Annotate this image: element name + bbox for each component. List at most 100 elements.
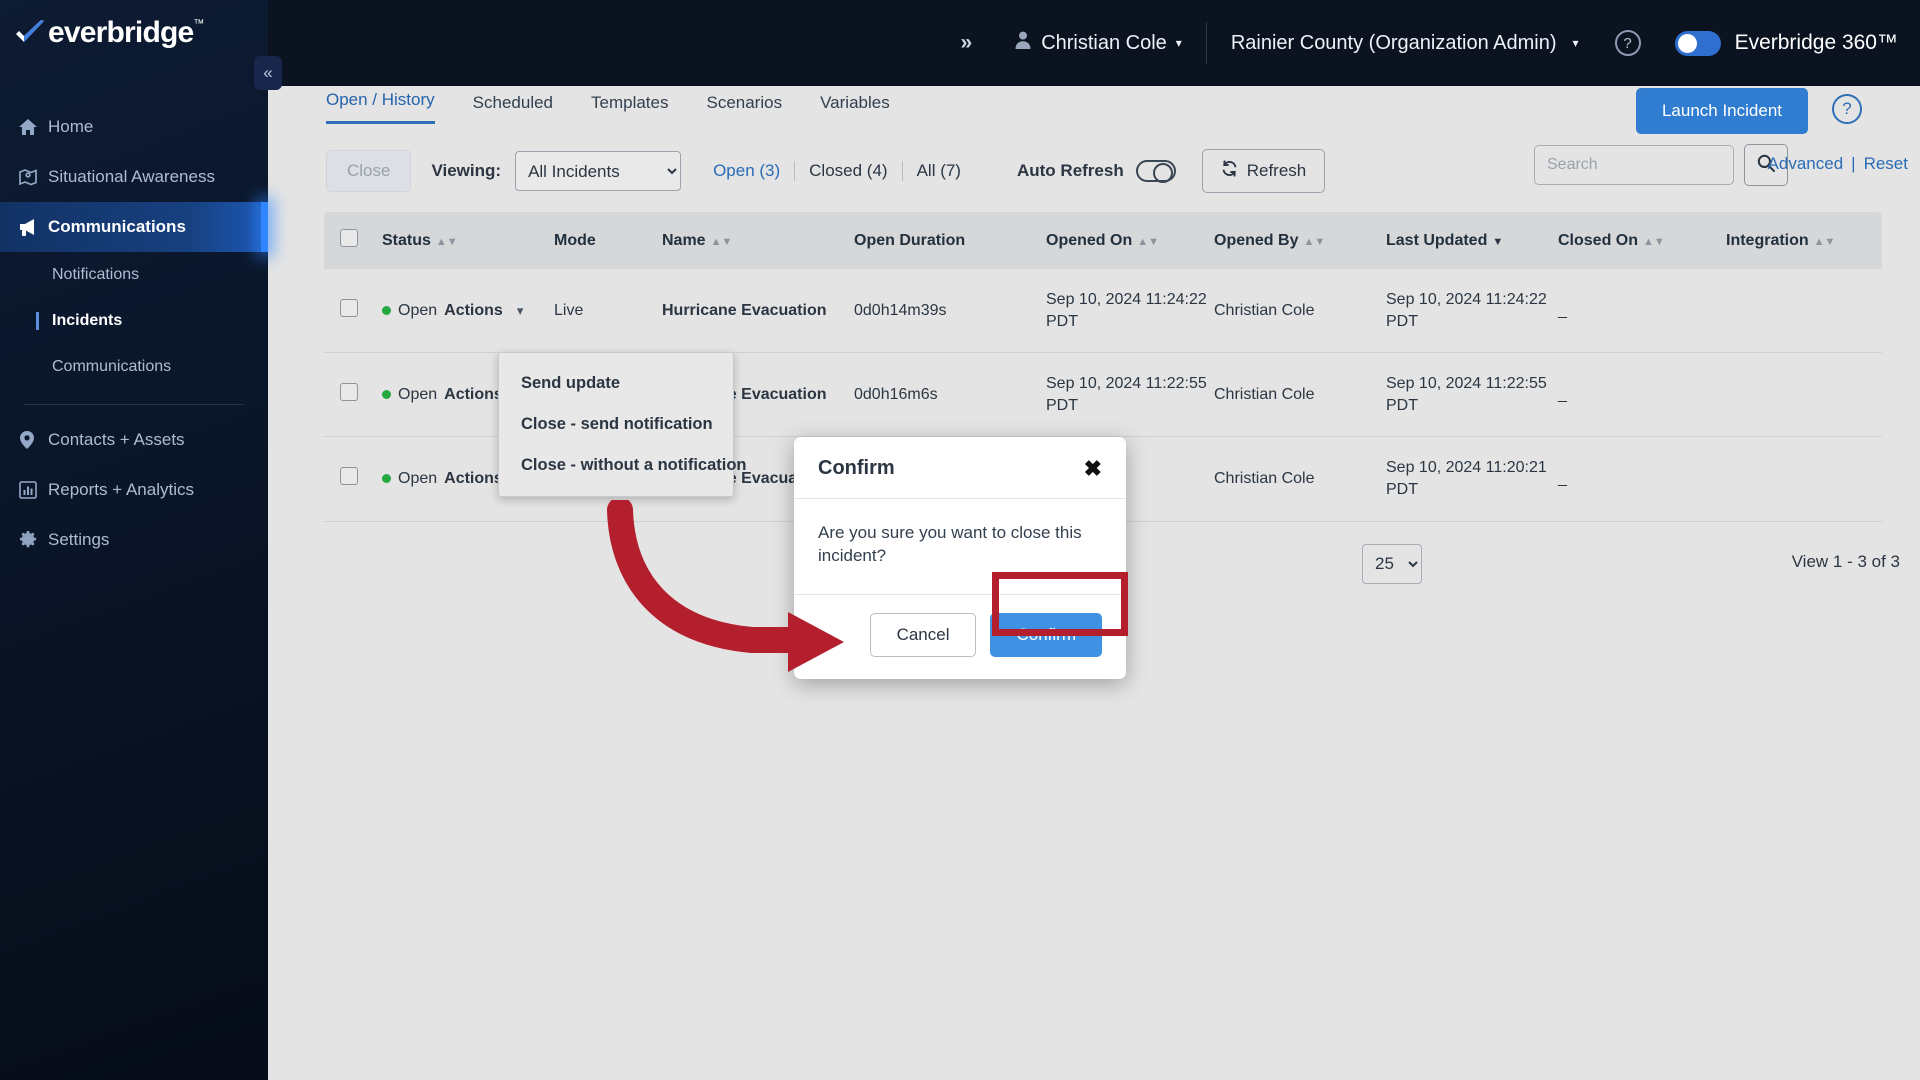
row-checkbox[interactable] — [340, 383, 358, 402]
chevron-down-icon[interactable]: ▾ — [517, 303, 524, 319]
viewing-select[interactable]: All Incidents — [515, 151, 682, 191]
filter-closed-link[interactable]: Closed (4) — [795, 161, 901, 181]
filter-open-link[interactable]: Open (3) — [699, 161, 794, 181]
filter-all-link[interactable]: All (7) — [903, 161, 975, 181]
expand-chevrons-icon[interactable]: » — [961, 31, 973, 55]
sidebar-item-settings[interactable]: Settings — [0, 515, 268, 565]
close-button[interactable]: Close — [326, 150, 412, 192]
sort-icon[interactable]: ▲▼ — [1303, 236, 1325, 248]
col-last-updated[interactable]: Last Updated ▼ — [1386, 212, 1558, 269]
col-status[interactable]: Status ▲▼ — [382, 212, 554, 269]
row-checkbox[interactable] — [340, 299, 358, 318]
row-last-updated-cell: Sep 10, 2024 11:22:55 PDT — [1386, 352, 1558, 438]
row-opened-on-cell: Sep 10, 2024 11:24:22 PDT — [1046, 269, 1214, 354]
search-input[interactable] — [1534, 145, 1734, 185]
row-open-duration-cell: 0d0h16m6s — [854, 352, 1046, 438]
table-header: Status ▲▼ Mode Name ▲▼ Open Duration Opene — [324, 212, 1882, 269]
select-all-checkbox[interactable] — [340, 229, 358, 247]
dialog-header: Confirm ✖ — [794, 437, 1126, 499]
map-icon — [18, 167, 48, 187]
col-integration[interactable]: Integration ▲▼ — [1726, 212, 1882, 269]
sidebar-item-communications-sub[interactable]: Communications — [0, 344, 268, 390]
dialog-title: Confirm — [818, 457, 895, 479]
reset-link[interactable]: Reset — [1864, 154, 1908, 174]
menu-item-close-without-notification[interactable]: Close - without a notification — [499, 445, 747, 486]
view-count-label: View 1 - 3 of 3 — [1791, 551, 1900, 571]
sidebar-item-notifications[interactable]: Notifications — [0, 252, 268, 298]
gear-icon — [18, 530, 48, 550]
cancel-button[interactable]: Cancel — [869, 612, 977, 657]
status-label: Open — [398, 469, 438, 487]
col-opened-on-label: Opened On — [1046, 231, 1133, 249]
confirm-button[interactable]: Confirm — [990, 612, 1102, 657]
sidebar-item-contacts-assets[interactable]: Contacts + Assets — [0, 415, 268, 465]
col-opened-on[interactable]: Opened On ▲▼ — [1046, 212, 1214, 269]
sidebar-item-reports-analytics[interactable]: Reports + Analytics — [0, 465, 268, 515]
col-open-duration[interactable]: Open Duration — [854, 212, 1046, 269]
col-name[interactable]: Name ▲▼ — [662, 212, 854, 269]
top-bar: » Christian Cole ▾ Rainier County (Organ… — [268, 0, 1920, 86]
organization-label: Rainier County (Organization Admin) — [1230, 31, 1557, 54]
row-actions-button[interactable]: Actions — [444, 470, 503, 488]
col-opened-by[interactable]: Opened By ▲▼ — [1214, 212, 1386, 269]
row-checkbox[interactable] — [340, 467, 358, 486]
sidebar-item-home[interactable]: Home — [0, 102, 268, 152]
sort-icon-active[interactable]: ▼ — [1492, 236, 1503, 248]
sidebar-item-label: Reports + Analytics — [48, 480, 194, 499]
sidebar-item-incidents[interactable]: Incidents — [0, 298, 268, 344]
row-name-cell[interactable]: Hurricane Evacuation — [662, 269, 854, 354]
page-size-select[interactable]: 25 — [1362, 543, 1422, 584]
everbridge-360-toggle[interactable] — [1674, 30, 1721, 56]
col-select-all — [324, 212, 382, 269]
refresh-icon — [1221, 160, 1238, 182]
sidebar-collapse-button[interactable]: « — [254, 56, 282, 90]
organization-selector[interactable]: Rainier County (Organization Admin) ▾ — [1231, 32, 1579, 55]
col-mode[interactable]: Mode — [554, 212, 662, 269]
row-open-duration-cell: 0d0h14m39s — [854, 269, 1046, 354]
table-row[interactable]: Open Actions ▾ Live Hurricane Evacuation… — [324, 269, 1882, 354]
row-opened-by-cell: Christian Cole — [1214, 352, 1386, 438]
sidebar-item-communications[interactable]: Communications — [0, 202, 268, 252]
row-integration-cell — [1726, 352, 1882, 438]
sort-icon[interactable]: ▲▼ — [1137, 236, 1159, 248]
sidebar-item-situational-awareness[interactable]: Situational Awareness — [0, 152, 268, 202]
everbridge-checkmark-icon — [14, 19, 46, 55]
col-opened-by-label: Opened By — [1214, 231, 1299, 249]
row-closed-on-cell: _ — [1558, 436, 1726, 522]
dialog-footer: Cancel Confirm — [794, 595, 1126, 679]
auto-refresh-toggle[interactable] — [1135, 160, 1176, 183]
tab-scheduled[interactable]: Scheduled — [473, 93, 553, 124]
col-name-label: Name — [662, 231, 706, 249]
status-label: Open — [398, 385, 438, 403]
auto-refresh-label: Auto Refresh — [1016, 161, 1124, 180]
menu-item-close-send-notification[interactable]: Close - send notification — [499, 404, 733, 445]
sidebar-subitem-label: Incidents — [52, 312, 123, 329]
row-actions-button[interactable]: Actions — [444, 302, 503, 320]
menu-item-send-update[interactable]: Send update — [499, 363, 733, 404]
page-help-icon[interactable]: ? — [1832, 94, 1862, 124]
sort-icon[interactable]: ▲▼ — [1814, 236, 1836, 248]
sort-icon[interactable]: ▲▼ — [711, 236, 733, 248]
filter-toolbar: Close Viewing: All Incidents Open (3) Cl… — [268, 124, 1920, 198]
viewing-label: Viewing: — [431, 161, 502, 180]
col-closed-on[interactable]: Closed On ▲▼ — [1558, 212, 1726, 269]
help-icon[interactable]: ? — [1614, 30, 1641, 56]
refresh-button[interactable]: Refresh — [1201, 149, 1326, 193]
row-actions-button[interactable]: Actions — [444, 386, 503, 404]
tab-open-history[interactable]: Open / History — [326, 90, 435, 124]
tab-templates[interactable]: Templates — [591, 93, 668, 124]
chart-icon — [18, 480, 48, 500]
row-select-cell — [324, 352, 382, 438]
refresh-label: Refresh — [1246, 161, 1307, 180]
tab-variables[interactable]: Variables — [820, 93, 890, 124]
user-menu[interactable]: Christian Cole ▾ — [1014, 30, 1182, 56]
status-dot-icon — [382, 306, 391, 316]
brand-logo[interactable]: everbridge ™ — [0, 0, 268, 72]
col-last-updated-label: Last Updated — [1386, 231, 1488, 249]
sort-icon[interactable]: ▲▼ — [1643, 236, 1665, 248]
row-closed-on-cell: _ — [1558, 352, 1726, 438]
sort-icon[interactable]: ▲▼ — [436, 236, 458, 248]
close-icon[interactable]: ✖ — [1084, 457, 1102, 480]
tab-scenarios[interactable]: Scenarios — [706, 93, 782, 124]
advanced-link[interactable]: Advanced — [1768, 154, 1844, 174]
